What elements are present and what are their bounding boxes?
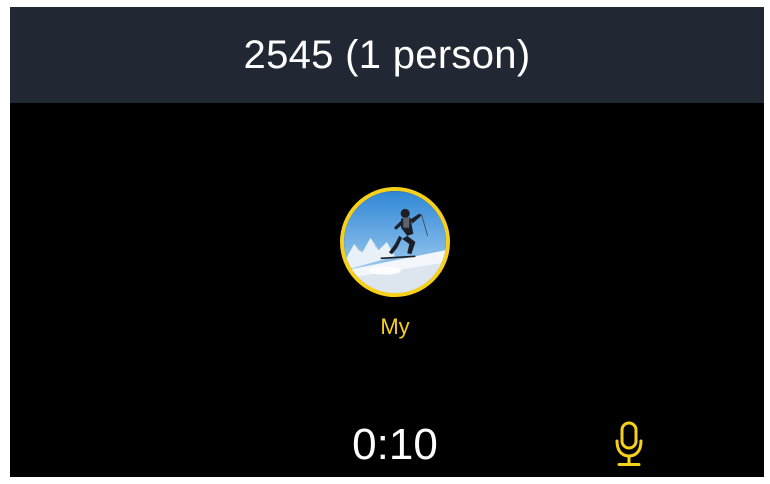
call-title: 2545 (1 person) bbox=[243, 32, 531, 77]
call-header: 2545 (1 person) bbox=[10, 7, 764, 103]
participant-name: My bbox=[380, 314, 410, 339]
skier-photo-icon bbox=[344, 191, 446, 293]
call-screen: 2545 (1 person) My 0:10 bbox=[10, 7, 764, 477]
microphone-button[interactable] bbox=[607, 417, 651, 471]
call-timer: 0:10 bbox=[352, 420, 438, 469]
microphone-icon bbox=[615, 421, 643, 466]
avatar[interactable] bbox=[340, 187, 450, 297]
